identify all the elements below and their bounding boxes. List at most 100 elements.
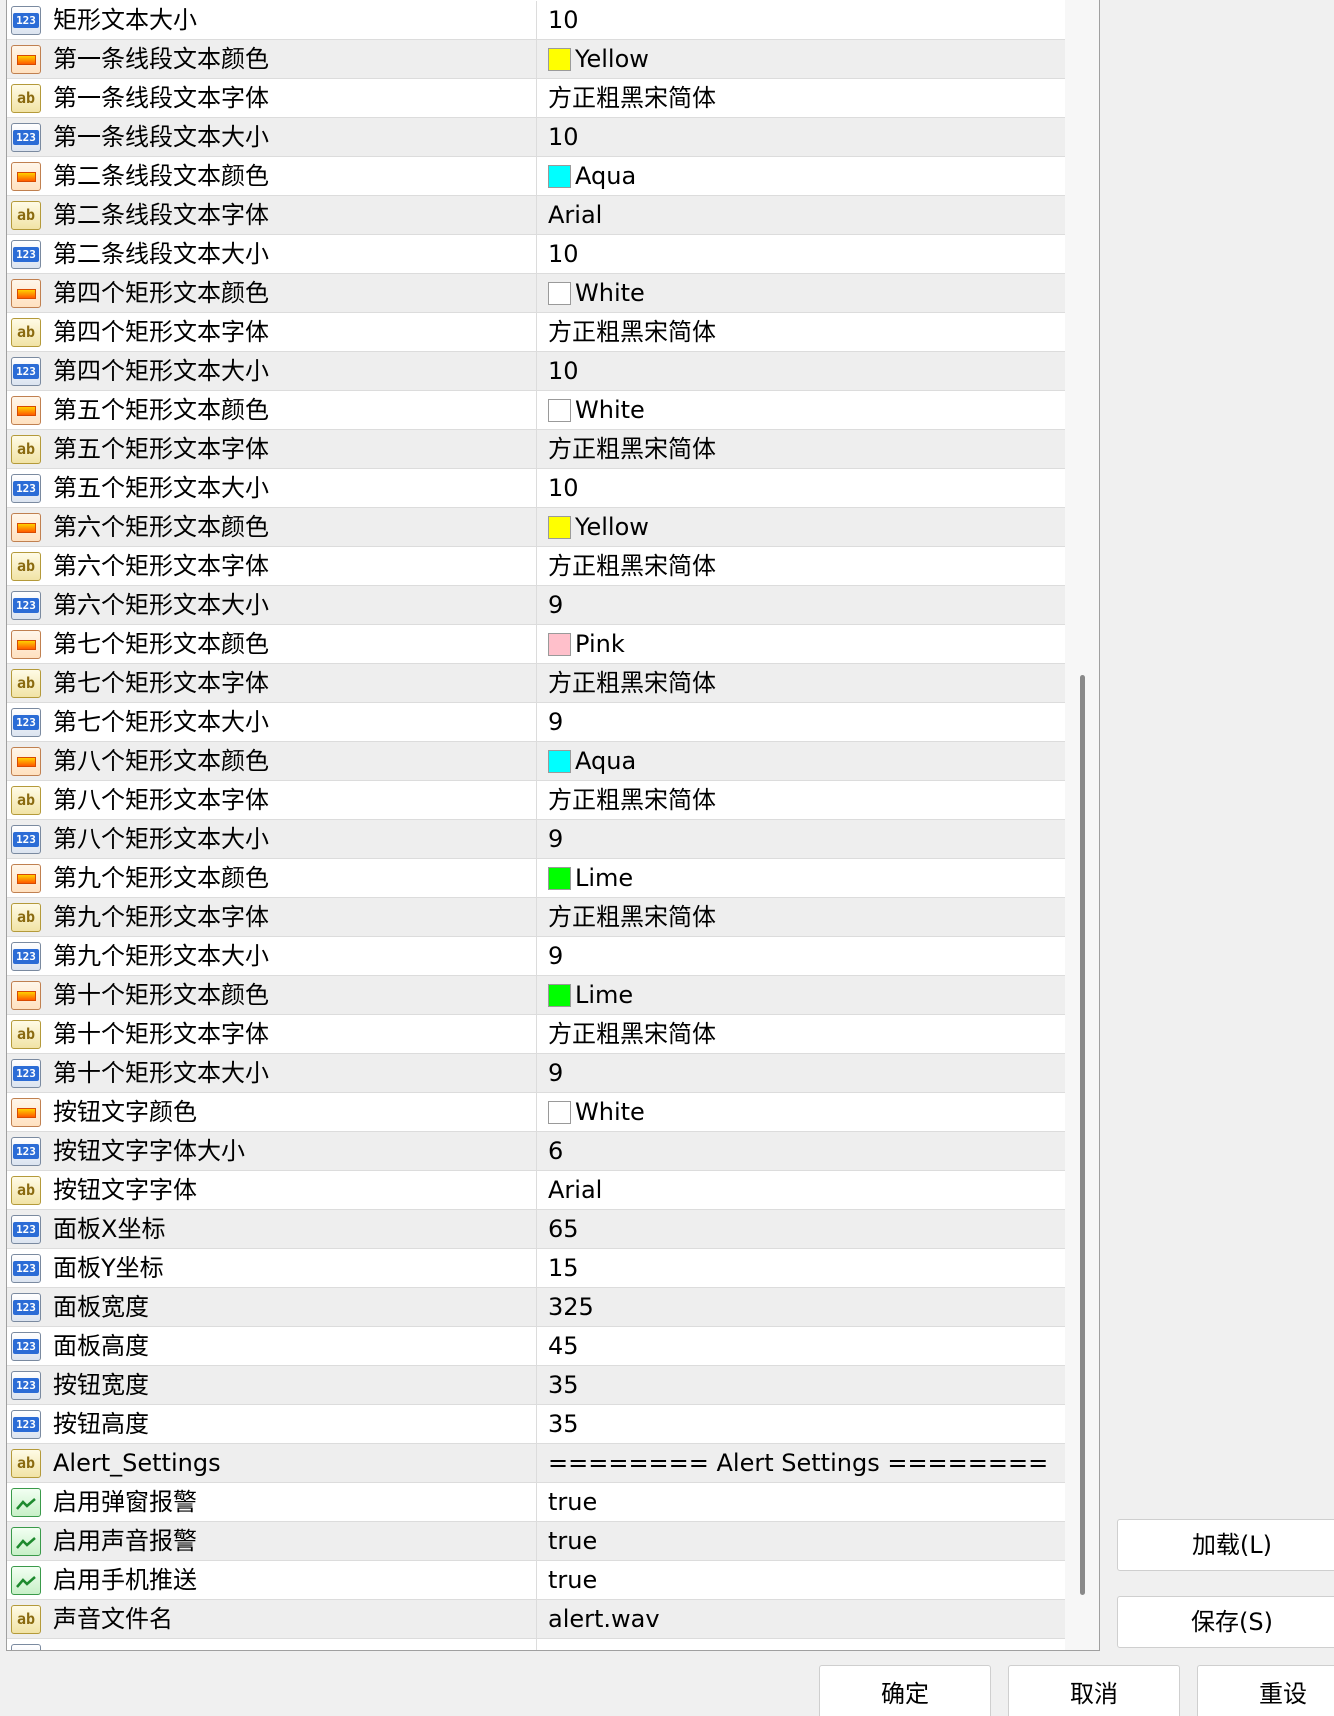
parameter-value-cell[interactable]: 35 [538,1405,1065,1444]
color-swatch [548,48,571,71]
parameter-value-cell[interactable]: 65 [538,1210,1065,1249]
parameter-value-cell[interactable]: true [538,1483,1065,1522]
parameter-value-cell[interactable]: Pink [538,625,1065,664]
save-button[interactable]: 保存(S) [1117,1596,1334,1648]
parameter-row[interactable]: 123 按钮文字字体大小 6 [7,1132,1065,1171]
parameter-row[interactable]: 123 第十个矩形文本大小 9 [7,1054,1065,1093]
parameter-value-cell[interactable]: 9 [538,703,1065,742]
parameter-row[interactable]: ab 第八个矩形文本字体 方正粗黑宋简体 [7,781,1065,820]
num-icon: 123 [11,825,41,854]
parameter-value-cell[interactable]: Lime [538,976,1065,1015]
parameter-row[interactable]: 123 第七个矩形文本大小 9 [7,703,1065,742]
parameter-row[interactable]: 123 第九个矩形文本大小 9 [7,937,1065,976]
parameter-row[interactable]: ab 第九个矩形文本字体 方正粗黑宋简体 [7,898,1065,937]
parameter-value-cell[interactable]: 15 [538,1249,1065,1288]
color-icon [11,162,41,191]
parameter-row[interactable]: 123 第八个矩形文本大小 9 [7,820,1065,859]
parameter-row[interactable]: 启用声音报警 true [7,1522,1065,1561]
parameter-name-cell: 123 第八个矩形文本大小 [7,820,537,859]
parameter-row[interactable]: 123 矩形文本大小 10 [7,1,1065,40]
parameter-row[interactable]: 123 第四个矩形文本大小 10 [7,352,1065,391]
parameter-value-cell[interactable]: Yellow [538,40,1065,79]
parameter-value-cell[interactable]: 方正粗黑宋简体 [538,664,1065,703]
parameter-value-cell[interactable]: 35 [538,1366,1065,1405]
parameter-value-cell[interactable]: 45 [538,1327,1065,1366]
parameter-value-cell[interactable]: 方正粗黑宋简体 [538,898,1065,937]
parameter-row[interactable]: ab 第十个矩形文本字体 方正粗黑宋简体 [7,1015,1065,1054]
parameter-value-cell[interactable]: Aqua [538,157,1065,196]
parameter-row[interactable]: 第六个矩形文本颜色 Yellow [7,508,1065,547]
parameter-row[interactable]: 第九个矩形文本颜色 Lime [7,859,1065,898]
parameter-value-cell[interactable]: Yellow [538,508,1065,547]
parameter-row[interactable]: ab 声音文件名 alert.wav [7,1600,1065,1639]
parameter-value-cell[interactable]: 10 [538,1,1065,40]
parameter-value-cell[interactable]: White [538,391,1065,430]
parameter-row[interactable]: 123 面板X坐标 65 [7,1210,1065,1249]
parameter-value-cell[interactable]: 9 [538,1054,1065,1093]
parameter-value-cell[interactable]: 方正粗黑宋简体 [538,313,1065,352]
parameter-value-cell[interactable]: Arial [538,1171,1065,1210]
parameter-value-cell[interactable]: 9 [538,586,1065,625]
load-button[interactable]: 加载(L) [1117,1519,1334,1571]
parameter-row[interactable]: 按钮文字颜色 White [7,1093,1065,1132]
bool-icon [11,1488,41,1517]
parameter-value-cell[interactable]: true [538,1561,1065,1600]
parameter-row[interactable]: ab 第二条线段文本字体 Arial [7,196,1065,235]
parameter-value-cell[interactable]: 9 [538,937,1065,976]
parameter-value-cell[interactable]: 10 [538,469,1065,508]
parameter-row[interactable]: ab 第七个矩形文本字体 方正粗黑宋简体 [7,664,1065,703]
ok-button[interactable]: 确定 [819,1665,991,1716]
parameter-value-cell[interactable]: Aqua [538,742,1065,781]
parameter-value-cell[interactable]: 方正粗黑宋简体 [538,79,1065,118]
parameter-value-cell[interactable]: 325 [538,1288,1065,1327]
parameter-value-cell[interactable]: alert.wav [538,1600,1065,1639]
parameter-row[interactable]: 123 第一条线段文本大小 10 [7,118,1065,157]
parameter-row[interactable]: ab 按钮文字字体 Arial [7,1171,1065,1210]
parameter-value-cell[interactable]: Lime [538,859,1065,898]
parameter-row[interactable]: 第七个矩形文本颜色 Pink [7,625,1065,664]
parameter-row[interactable]: ab 第六个矩形文本字体 方正粗黑宋简体 [7,547,1065,586]
parameter-row[interactable]: 123 面板宽度 325 [7,1288,1065,1327]
parameter-row[interactable]: 123 [7,1639,1065,1650]
parameter-row[interactable]: 启用手机推送 true [7,1561,1065,1600]
parameter-row[interactable]: 123 第六个矩形文本大小 9 [7,586,1065,625]
parameter-value-cell[interactable]: 方正粗黑宋简体 [538,547,1065,586]
parameter-row[interactable]: ab 第四个矩形文本字体 方正粗黑宋简体 [7,313,1065,352]
parameter-row[interactable]: 123 按钮高度 35 [7,1405,1065,1444]
parameter-value-cell[interactable]: ======== Alert Settings ======== [538,1444,1065,1483]
parameter-row[interactable]: 第十个矩形文本颜色 Lime [7,976,1065,1015]
color-swatch [548,867,571,890]
parameter-row[interactable]: 第五个矩形文本颜色 White [7,391,1065,430]
parameter-row[interactable]: 启用弹窗报警 true [7,1483,1065,1522]
parameter-row[interactable]: ab Alert_Settings ======== Alert Settings … [7,1444,1065,1483]
scrollbar-thumb[interactable] [1080,675,1085,1595]
parameter-value-cell[interactable]: 10 [538,352,1065,391]
parameter-row[interactable]: 123 第二条线段文本大小 10 [7,235,1065,274]
parameter-row[interactable]: 123 按钮宽度 35 [7,1366,1065,1405]
parameter-value-cell[interactable]: White [538,274,1065,313]
parameter-row[interactable]: 123 第五个矩形文本大小 10 [7,469,1065,508]
parameter-row[interactable]: ab 第一条线段文本字体 方正粗黑宋简体 [7,79,1065,118]
parameter-value-cell[interactable]: 方正粗黑宋简体 [538,430,1065,469]
cancel-button[interactable]: 取消 [1008,1665,1180,1716]
parameter-value-cell[interactable]: 9 [538,820,1065,859]
parameter-row[interactable]: 第一条线段文本颜色 Yellow [7,40,1065,79]
parameter-row[interactable]: 123 面板Y坐标 15 [7,1249,1065,1288]
parameter-value-cell[interactable]: 方正粗黑宋简体 [538,1015,1065,1054]
parameter-value-cell[interactable]: 方正粗黑宋简体 [538,781,1065,820]
parameter-value-cell[interactable]: 10 [538,118,1065,157]
parameter-value-cell[interactable]: White [538,1093,1065,1132]
parameter-value-cell[interactable]: 10 [538,235,1065,274]
parameter-value-cell[interactable]: true [538,1522,1065,1561]
vertical-scrollbar[interactable] [1065,0,1099,1650]
parameter-row[interactable]: 第四个矩形文本颜色 White [7,274,1065,313]
parameter-row[interactable]: 123 面板高度 45 [7,1327,1065,1366]
parameter-value-cell[interactable]: 6 [538,1132,1065,1171]
reset-button[interactable]: 重设 [1197,1665,1334,1716]
parameter-row[interactable]: ab 第五个矩形文本字体 方正粗黑宋简体 [7,430,1065,469]
parameter-value-cell[interactable] [538,1639,1065,1650]
parameter-name: 第二条线段文本大小 [53,240,269,268]
parameter-value-cell[interactable]: Arial [538,196,1065,235]
parameter-row[interactable]: 第八个矩形文本颜色 Aqua [7,742,1065,781]
parameter-row[interactable]: 第二条线段文本颜色 Aqua [7,157,1065,196]
